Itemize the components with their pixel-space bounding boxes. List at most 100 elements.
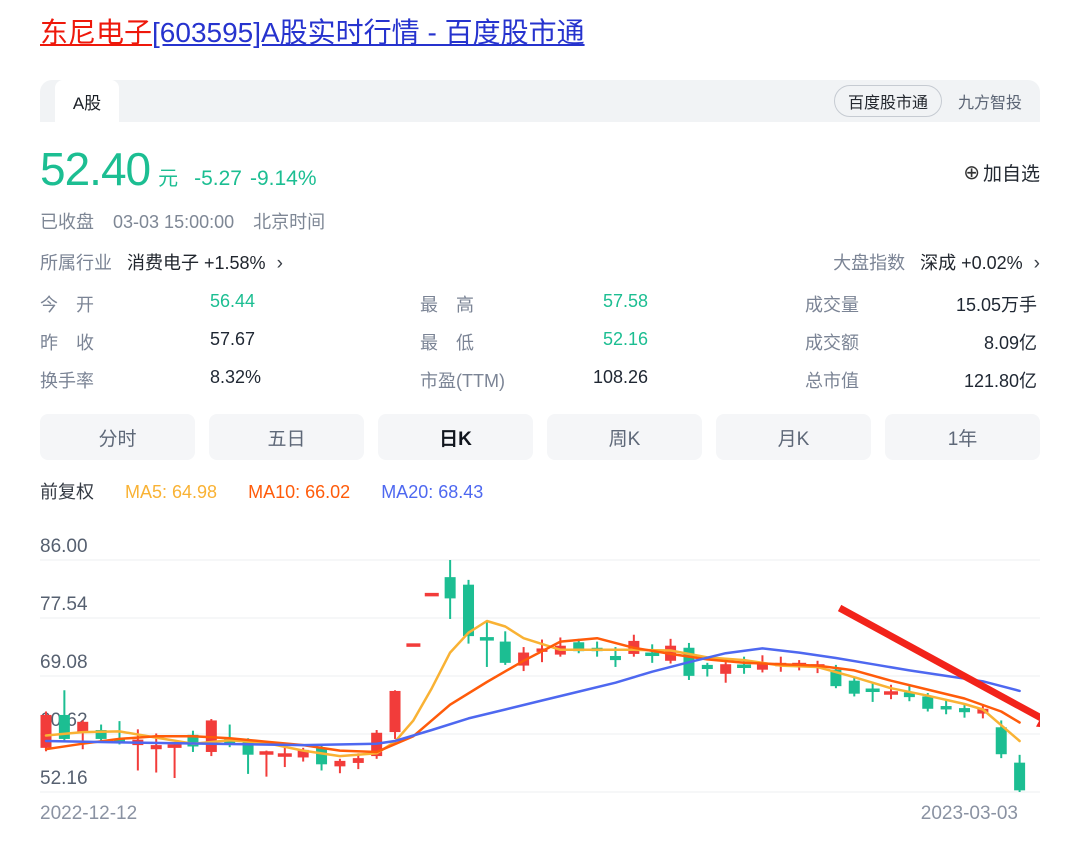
stat-cell: 成交量 15.05万手 [805,291,1037,317]
industry-value: 消费电子 +1.58% [127,253,266,273]
meta-row: 所属行业 消费电子 +1.58% › 大盘指数 深成 +0.02% › [40,249,1040,275]
ma20-legend: MA20: 68.43 [381,482,484,502]
chevron-right-icon: › [1033,253,1040,274]
stat-cell: 昨 收 57.67 [40,329,380,355]
y-axis-tick: 77.54 [40,594,88,615]
candle-body [167,744,182,748]
candle-body [959,708,970,713]
x-axis-labels: 2022-12-12 2023-03-03 [40,803,1040,825]
candle-body [609,655,621,661]
candle-body [424,592,439,597]
price-unit: 元 [158,168,179,190]
stock-quote-page: 东尼电子[603595]A股实时行情 - 百度股市通 A股 百度股市通 九方智投… [0,0,1080,851]
candle-body [40,714,52,748]
market-index-link[interactable]: 大盘指数 深成 +0.02% › [833,249,1040,275]
period-tab-月K[interactable]: 月K [716,414,871,460]
candle-body [479,637,494,641]
period-tab-1年[interactable]: 1年 [885,414,1040,460]
candle-body [865,688,880,693]
tab-a-share[interactable]: A股 [55,80,119,122]
market-state: 已收盘 [40,212,94,232]
stat-label: 最 低 [420,333,474,353]
candle-body [922,696,934,709]
price-change: -5.27 -9.14% [194,167,324,191]
candle-body [848,680,860,694]
search-result-title-link[interactable]: 东尼电子[603595]A股实时行情 - 百度股市通 [40,16,1040,50]
ma5-legend: MA5: 64.98 [125,482,218,502]
candle-body [352,758,364,763]
change-amount: -5.27 [194,167,242,190]
stat-value: 8.09亿 [983,333,1037,353]
stat-cell: 最 高 57.58 [420,291,648,317]
stat-label: 今 开 [40,295,94,315]
source-links: 百度股市通 九方智投 [833,80,1040,122]
period-tab-五日[interactable]: 五日 [209,414,364,460]
add-watchlist-button[interactable]: ⊕ 加自选 [963,159,1040,186]
stat-label: 成交量 [805,295,859,315]
ma10-legend: MA10: 66.02 [248,482,351,502]
market-status-row: 已收盘 03-03 15:00:00 北京时间 [40,208,1040,234]
candle-body [334,760,346,767]
stat-value: 8.32% [210,367,262,387]
stat-value: 108.26 [592,367,648,387]
timezone-label: 北京时间 [253,212,326,232]
index-value: 深成 +0.02% [920,253,1023,273]
source-pill-baidu-gushitong[interactable]: 百度股市通 [833,85,942,117]
candle-body [499,641,511,663]
candle-body [444,577,456,599]
candle-body [756,664,768,670]
stat-value: 15.05万手 [955,295,1037,315]
candle-body [316,747,328,765]
stats-row: 昨 收 57.67 最 低 52.16 成交额 8.09亿 [40,323,1040,361]
market-tabbar: A股 百度股市通 九方智投 [40,80,1040,122]
stats-row: 今 开 56.44 最 高 57.58 成交量 15.05万手 [40,285,1040,323]
adjust-mode-label[interactable]: 前复权 [40,482,94,502]
stat-label: 最 高 [420,295,474,315]
add-watchlist-label: 加自选 [982,164,1040,185]
stats-row: 换手率 8.32% 市盈(TTM) 108.26 总市值 121.80亿 [40,361,1040,399]
industry-label: 所属行业 [40,253,112,273]
candle-body [720,664,732,674]
stat-label: 昨 收 [40,333,94,353]
stat-cell: 今 开 56.44 [40,291,380,317]
chart-period-tabs: 分时 五日 日K 周K 月K 1年 [40,414,1040,460]
industry-link[interactable]: 所属行业 消费电子 +1.58% › [40,249,283,275]
candle-body [995,727,1007,755]
y-axis-tick: 69.08 [40,652,88,673]
candle-body [645,652,660,657]
candle-body [77,721,89,733]
candle-body [277,753,292,757]
stat-value: 57.67 [210,329,256,349]
quote-stats-table: 今 开 56.44 最 高 57.58 成交量 15.05万手昨 收 57.67 最 低 52.… [40,285,1040,399]
stat-label: 成交额 [805,333,859,353]
stat-value: 52.16 [602,329,648,349]
chevron-right-icon: › [276,253,283,274]
stat-value: 121.80亿 [963,371,1037,391]
candle-body [259,751,274,755]
period-tab-日K[interactable]: 日K [378,414,533,460]
y-axis-tick: 86.00 [40,536,88,557]
candle-body [150,745,162,750]
change-percent: -9.14% [250,167,317,190]
stat-label: 总市值 [805,371,859,391]
stat-cell: 换手率 8.32% [40,367,380,393]
candle-body [1014,762,1026,791]
last-price: 52.40 [40,143,151,195]
candle-body [701,664,713,670]
y-axis-tick: 52.16 [40,768,88,789]
source-jiufang-zhitou[interactable]: 九方智投 [958,89,1022,113]
period-tab-周K[interactable]: 周K [547,414,702,460]
stat-cell: 总市值 121.80亿 [805,367,1037,393]
x-axis-start-date: 2022-12-12 [40,803,138,824]
candle-body [406,643,421,647]
candle-body [884,691,899,695]
stat-value: 57.58 [602,291,648,311]
quote-timestamp: 03-03 15:00:00 [113,212,235,232]
stat-label: 换手率 [40,371,94,391]
stat-cell: 最 低 52.16 [420,329,648,355]
chart-legend: 前复权 MA5: 64.98 MA10: 66.02 MA20: 68.43 [40,478,1040,504]
candle-body [737,664,752,669]
title-rest: [603595]A股实时行情 - 百度股市通 [152,17,585,48]
period-tab-分时[interactable]: 分时 [40,414,195,460]
candlestick-chart[interactable]: 86.0077.5469.0860.6252.16 [40,512,1040,797]
